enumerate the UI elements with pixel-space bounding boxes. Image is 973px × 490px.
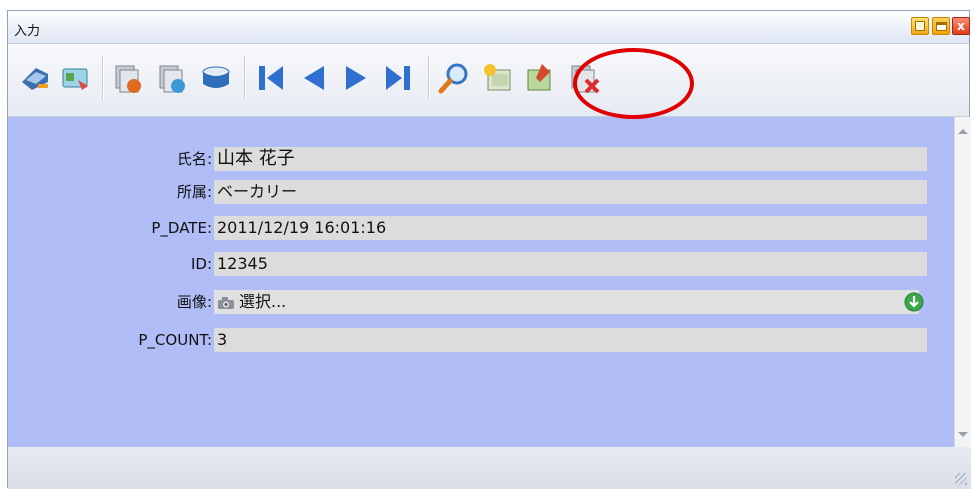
p-count-field[interactable]: 3	[214, 328, 927, 352]
edit-record-icon	[527, 64, 551, 91]
download-icon[interactable]	[904, 292, 924, 312]
record-form: 氏名 山本 花子 所属 ベーカリー P_DATE 2011/12/19 16:0…	[8, 117, 954, 447]
image-label: 画像	[177, 290, 212, 314]
close-window-button[interactable]: x	[952, 17, 970, 35]
vertical-scrollbar[interactable]	[954, 117, 971, 447]
restore-window-button[interactable]	[911, 17, 929, 35]
refresh-record-button[interactable]	[154, 60, 190, 96]
id-field[interactable]: 12345	[214, 252, 927, 276]
image-select-text: 選択...	[239, 292, 287, 311]
next-record-button[interactable]	[338, 60, 374, 96]
window-title: 入力	[14, 24, 41, 39]
first-record-button[interactable]	[253, 60, 289, 96]
database-button[interactable]	[198, 60, 234, 96]
last-record-icon	[386, 66, 410, 90]
p-date-field[interactable]: 2011/12/19 16:01:16	[214, 216, 927, 240]
scroll-up-arrow-icon[interactable]	[958, 129, 968, 134]
new-record-button[interactable]	[480, 60, 516, 96]
previous-record-icon	[304, 66, 324, 90]
print-button[interactable]	[18, 60, 54, 96]
last-record-button[interactable]	[380, 60, 416, 96]
highlight-circle	[573, 48, 694, 119]
form-row-id: ID 12345	[8, 252, 954, 276]
form-row-image: 画像 選択...	[8, 290, 954, 314]
card-icon	[62, 68, 88, 90]
form-row-name: 氏名 山本 花子	[8, 147, 954, 171]
maximize-window-button[interactable]	[932, 17, 950, 35]
search-button[interactable]	[436, 60, 472, 96]
department-field[interactable]: ベーカリー	[214, 180, 927, 204]
toolbar	[8, 44, 969, 117]
p-date-label: P_DATE	[151, 216, 212, 240]
card-button[interactable]	[58, 60, 94, 96]
form-row-p-count: P_COUNT 3	[8, 328, 954, 352]
previous-record-button[interactable]	[296, 60, 332, 96]
copy-record-icon	[115, 65, 141, 93]
form-row-department: 所属 ベーカリー	[8, 180, 954, 204]
p-count-label: P_COUNT	[138, 328, 212, 352]
input-window: 入力 x 氏名: 山本 花子 所属: ベーカリー P_DATE: 2011…	[7, 10, 971, 489]
camera-icon	[218, 296, 234, 309]
next-record-icon	[346, 66, 366, 90]
image-field[interactable]: 選択...	[214, 290, 924, 314]
new-record-icon	[484, 64, 511, 91]
copy-record-button[interactable]	[110, 60, 146, 96]
form-row-p-date: P_DATE 2011/12/19 16:01:16	[8, 216, 954, 240]
status-footer	[8, 447, 971, 489]
first-record-icon	[259, 66, 283, 90]
resize-grip-icon[interactable]	[955, 473, 967, 485]
refresh-record-icon	[159, 65, 185, 93]
scroll-down-arrow-icon[interactable]	[958, 432, 968, 437]
name-field[interactable]: 山本 花子	[214, 147, 927, 171]
department-label: 所属	[177, 180, 212, 204]
print-icon	[22, 68, 48, 90]
search-icon	[438, 63, 468, 94]
name-label: 氏名	[177, 147, 212, 171]
database-icon	[202, 66, 230, 88]
title-bar: 入力 x	[8, 11, 970, 44]
id-label: ID	[191, 252, 212, 276]
edit-record-button[interactable]	[522, 60, 558, 96]
